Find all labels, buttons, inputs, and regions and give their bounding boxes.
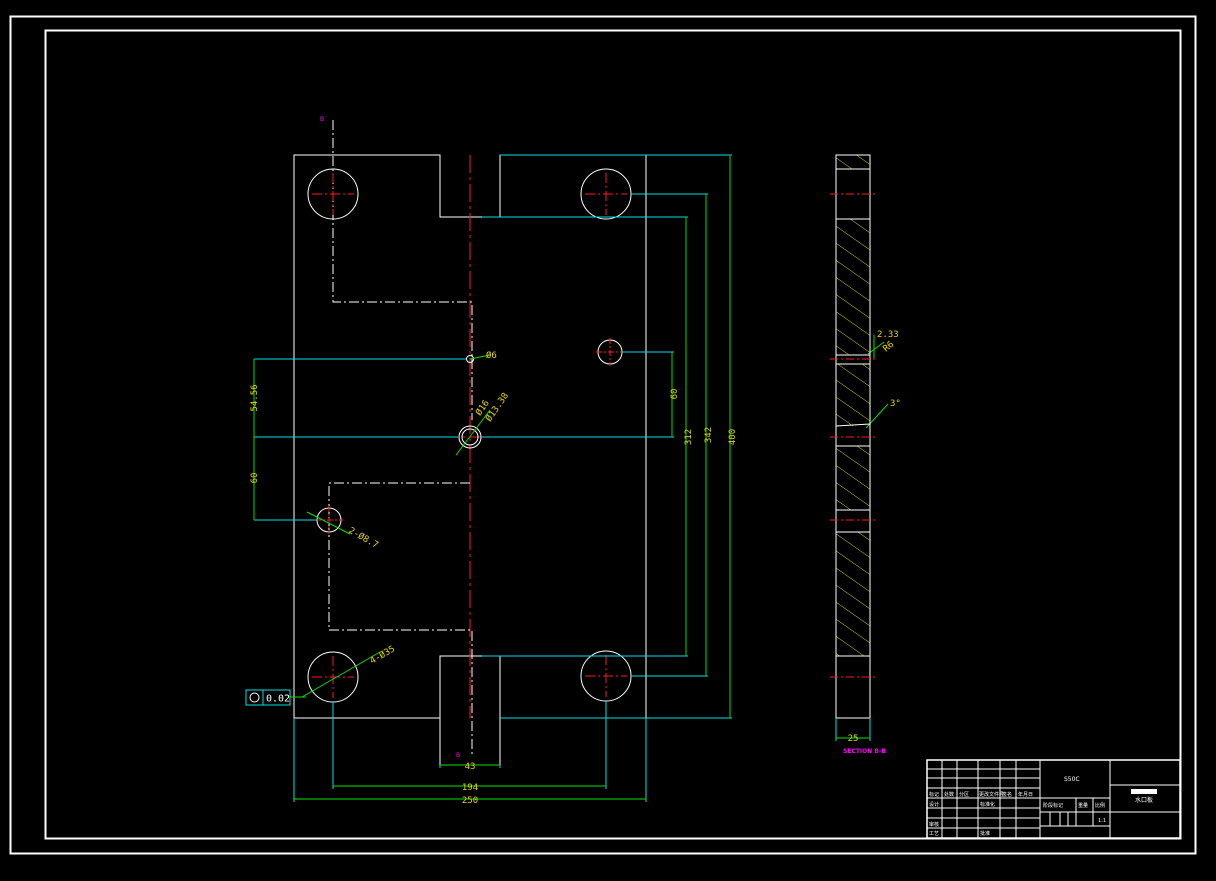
- inner-border: [44, 29, 1182, 840]
- svg-text:0.02: 0.02: [266, 694, 290, 705]
- dim-25: 25: [848, 734, 859, 744]
- front-view: B B: [293, 116, 647, 765]
- hole-bottom-right: [580, 650, 632, 702]
- svg-text:处数: 处数: [944, 791, 954, 798]
- dim-3deg: 3°: [890, 399, 901, 409]
- hole-right-small: [596, 338, 624, 366]
- svg-text:重量: 重量: [1078, 802, 1088, 809]
- dim-60-left: 60: [250, 473, 260, 484]
- svg-text:年月日: 年月日: [1018, 791, 1033, 798]
- section-cut-line-top: [332, 120, 473, 420]
- svg-text:分区: 分区: [959, 791, 969, 798]
- cad-drawing: B B 400 342 312 60 54.56 60 250 194 43 Ø…: [9, 15, 1197, 855]
- section-mark-bottom: B: [456, 752, 460, 759]
- svg-text:签名: 签名: [1002, 791, 1012, 798]
- dimensions: 400 342 312 60 54.56 60 250 194 43 Ø6 Ø1…: [245, 154, 889, 806]
- section-mark-top: B: [320, 116, 324, 123]
- dim-2-d8-7: 2-Ø8.7: [347, 525, 381, 551]
- svg-text:比例: 比例: [1095, 802, 1105, 809]
- svg-text:阶段标记: 阶段标记: [1043, 802, 1063, 809]
- section-cut-line-bottom: [328, 482, 473, 755]
- dim-312: 312: [684, 429, 694, 445]
- dim-60-right: 60: [670, 389, 680, 400]
- svg-text:标记: 标记: [929, 791, 939, 798]
- section-view: 25 2.33 R6 3° SECTION B-B: [830, 154, 901, 755]
- hole-top-right: [580, 168, 632, 220]
- dim-54-56: 54.56: [250, 384, 260, 411]
- hole-bottom-left: [307, 651, 359, 703]
- section-title: SECTION B-B: [843, 748, 886, 755]
- dim-250: 250: [462, 796, 478, 806]
- scale-text: 1:1: [1098, 818, 1106, 824]
- hole-top-left: [307, 168, 359, 220]
- dim-43: 43: [465, 762, 476, 772]
- part-name-text: 水口板: [1135, 796, 1153, 804]
- flatness-tolerance-frame: 0.02: [245, 689, 291, 706]
- material-text: S50C: [1064, 776, 1080, 783]
- svg-text:标准化: 标准化: [980, 801, 995, 808]
- outer-border: [9, 15, 1197, 855]
- dim-194: 194: [462, 783, 478, 793]
- dim-d6: Ø6: [486, 350, 497, 361]
- dim-2-33: 2.33: [877, 330, 899, 340]
- svg-text:审核: 审核: [929, 821, 939, 828]
- dim-342: 342: [704, 427, 714, 443]
- dim-4-d35: 4-Ø35: [368, 644, 397, 667]
- svg-text:工艺: 工艺: [929, 831, 939, 837]
- title-block: S50C 水口板 1:1 标记 处数 分区 更改文件号 签名 年月日 设计 标准…: [926, 759, 1181, 839]
- dim-400: 400: [728, 429, 738, 445]
- svg-text:批准: 批准: [980, 830, 990, 837]
- svg-text:设计: 设计: [929, 801, 939, 808]
- svg-text:更改文件号: 更改文件号: [979, 791, 1004, 798]
